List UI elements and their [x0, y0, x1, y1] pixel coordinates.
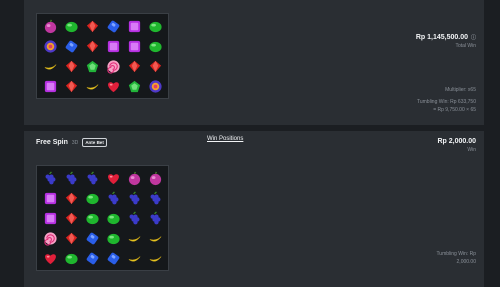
- banana-icon: [126, 250, 142, 266]
- green-gem-icon: [63, 18, 79, 34]
- swirl-lollipop-icon: [105, 58, 121, 74]
- win-amount: Rp 2,000.00: [437, 138, 476, 145]
- plum-icon: [147, 170, 163, 186]
- symbol-grid-2: [36, 165, 169, 271]
- red-gem-icon: [63, 78, 79, 94]
- grape-icon: [84, 170, 100, 186]
- total-win-block: Rp 1,145,500.00 ⓘ Total Win: [416, 34, 476, 49]
- purple-cube-icon: [42, 210, 58, 226]
- total-win-label: Total Win: [455, 43, 476, 49]
- tumbling-win-line-2: = Rp 9,750.00 × 65: [433, 107, 476, 113]
- heart-icon: [105, 170, 121, 186]
- grape-icon: [63, 170, 79, 186]
- green-gem-icon: [63, 250, 79, 266]
- green-pentagon-icon: [84, 58, 100, 74]
- red-gem-icon: [126, 58, 142, 74]
- scatter-lollipop-icon: [147, 78, 163, 94]
- win-label: Win: [467, 147, 476, 153]
- tumbling-win-block-2: Tumbling Win: Rp 2,000.00: [436, 250, 476, 266]
- purple-cube-icon: [126, 18, 142, 34]
- banana-icon: [126, 230, 142, 246]
- win-block: Rp 2,000.00 Win: [437, 138, 476, 153]
- tumbling-win-line-1: Tumbling Win: Rp: [436, 251, 476, 257]
- tumbling-win-line-1: Tumbling Win: Rp 633,750: [416, 99, 476, 105]
- red-gem-icon: [84, 18, 100, 34]
- green-gem-icon: [84, 190, 100, 206]
- red-gem-icon: [63, 230, 79, 246]
- red-gem-icon: [63, 58, 79, 74]
- grape-icon: [105, 190, 121, 206]
- free-spin-count: 3D: [71, 139, 79, 146]
- blue-candy-icon: [63, 38, 79, 54]
- green-gem-icon: [105, 210, 121, 226]
- multiplier-text: Multiplier: x65: [445, 87, 476, 93]
- blue-candy-icon: [105, 250, 121, 266]
- purple-cube-icon: [126, 38, 142, 54]
- green-gem-icon: [105, 230, 121, 246]
- purple-cube-icon: [42, 78, 58, 94]
- green-gem-icon: [147, 38, 163, 54]
- plum-icon: [42, 18, 58, 34]
- purple-cube-icon: [105, 38, 121, 54]
- ante-bet-badge: Ante Bet: [82, 138, 107, 147]
- blue-candy-icon: [105, 18, 121, 34]
- win-positions-link[interactable]: Win Positions: [207, 136, 243, 142]
- red-gem-icon: [84, 38, 100, 54]
- scatter-lollipop-icon: [42, 38, 58, 54]
- grape-icon: [147, 190, 163, 206]
- red-gem-icon: [63, 190, 79, 206]
- total-win-amount: Rp 1,145,500.00: [415, 34, 469, 41]
- tumbling-win-line-2: 2,000.00: [456, 259, 476, 265]
- symbol-grid-1: [36, 13, 169, 99]
- free-spin-title: Free Spin: [36, 139, 68, 146]
- plum-icon: [126, 170, 142, 186]
- round-panel-1: Rp 1,145,500.00 ⓘ Total Win Multiplier: …: [24, 0, 484, 125]
- tumbling-win-block: Tumbling Win: Rp 633,750 = Rp 9,750.00 ×…: [417, 98, 476, 114]
- red-gem-icon: [63, 210, 79, 226]
- heart-icon: [42, 250, 58, 266]
- grape-icon: [126, 190, 142, 206]
- grape-icon: [147, 210, 163, 226]
- grape-icon: [42, 170, 58, 186]
- round-panel-2: Free Spin 3D Ante Bet Rp 2,000.00 Win Tu…: [24, 131, 484, 287]
- info-icon[interactable]: ⓘ: [471, 35, 476, 41]
- purple-cube-icon: [42, 190, 58, 206]
- free-spin-title-row: Free Spin 3D Ante Bet: [36, 138, 107, 147]
- blue-candy-icon: [84, 250, 100, 266]
- blue-candy-icon: [84, 230, 100, 246]
- banana-icon: [84, 78, 100, 94]
- banana-icon: [147, 250, 163, 266]
- banana-icon: [147, 230, 163, 246]
- grape-icon: [126, 210, 142, 226]
- red-gem-icon: [147, 58, 163, 74]
- banana-icon: [42, 58, 58, 74]
- green-gem-icon: [147, 18, 163, 34]
- green-gem-icon: [84, 210, 100, 226]
- heart-icon: [105, 78, 121, 94]
- swirl-lollipop-icon: [42, 230, 58, 246]
- green-pentagon-icon: [126, 78, 142, 94]
